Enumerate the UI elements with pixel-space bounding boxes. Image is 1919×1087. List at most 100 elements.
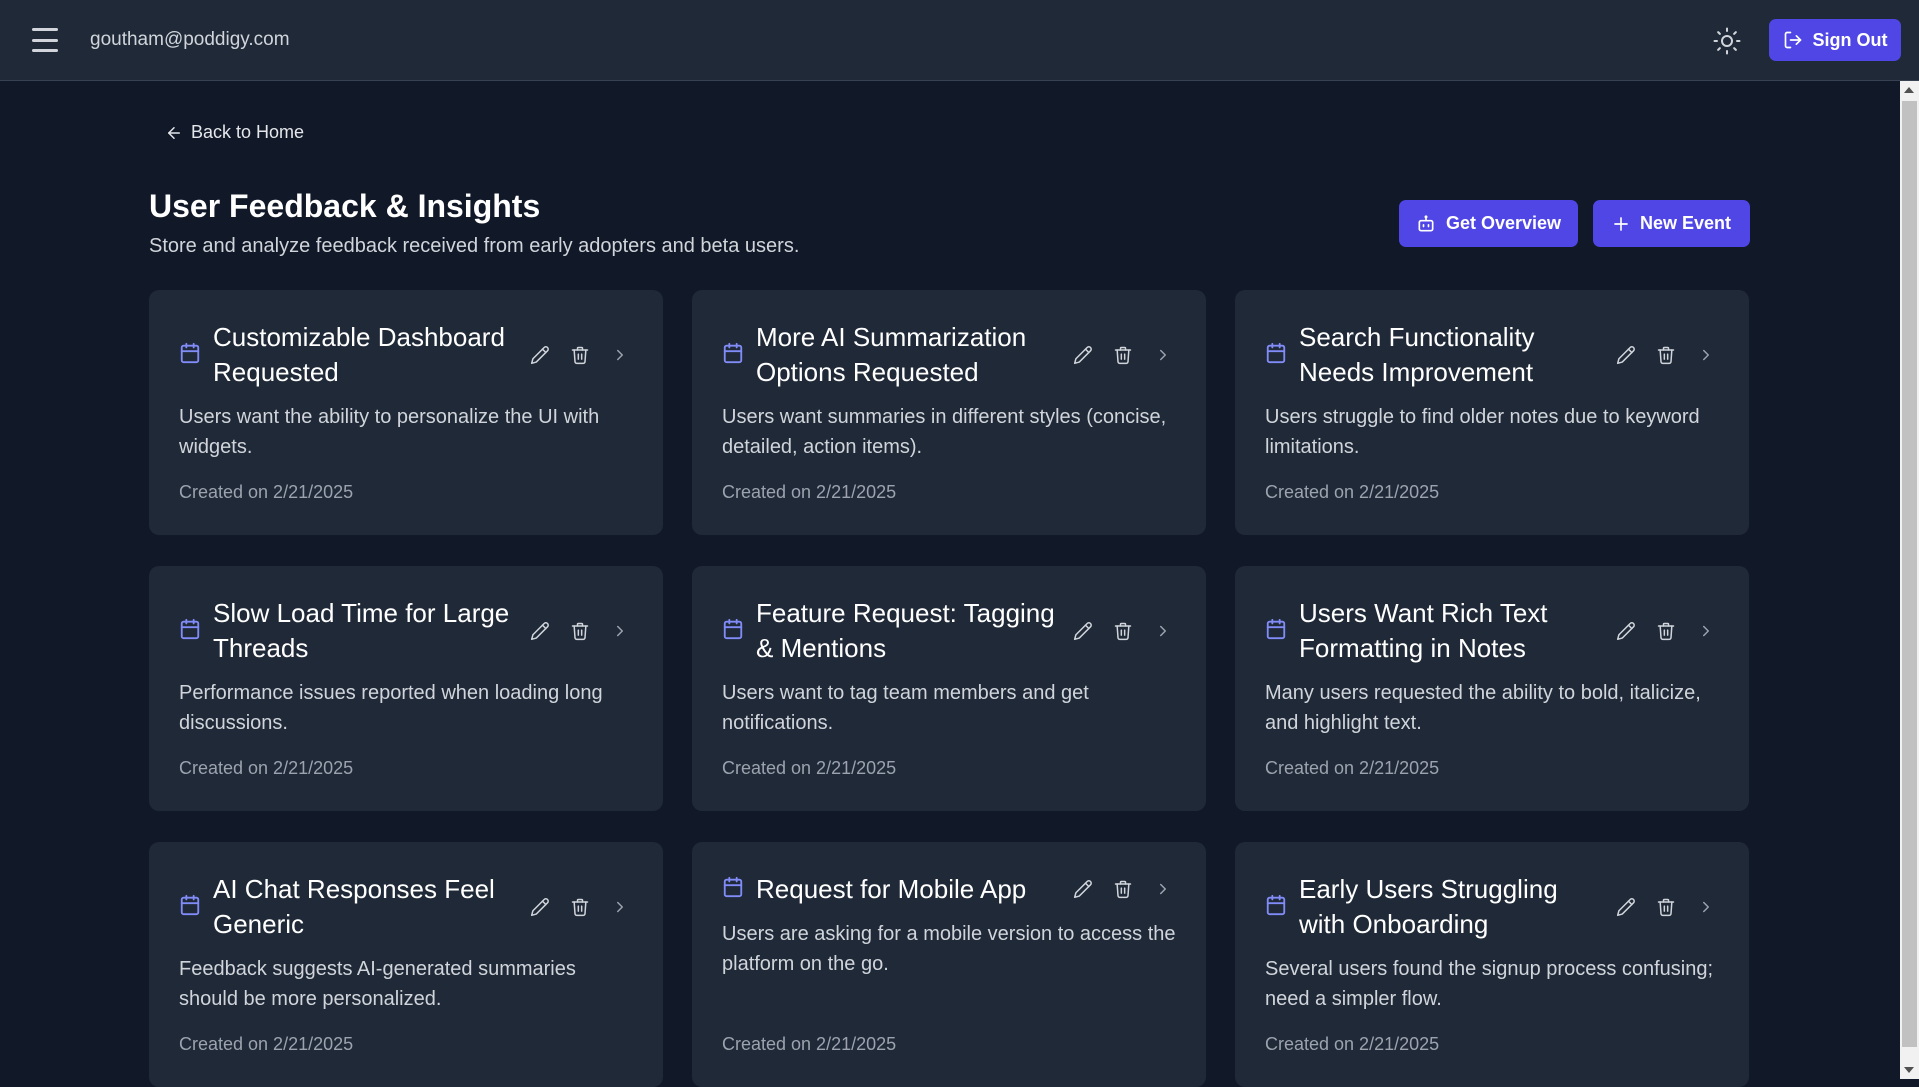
scroll-up-arrow[interactable] [1904,87,1914,93]
card-description: Users are asking for a mobile version to… [722,923,1176,975]
card-created-date: Created on 2/21/2025 [722,1034,897,1054]
calendar-icon [723,876,743,898]
sign-out-button[interactable]: Sign Out [1769,19,1901,61]
edit-pencil-icon[interactable] [527,894,553,920]
feedback-card[interactable]: Request for Mobile App Users are asking … [692,842,1206,1087]
chevron-right-icon[interactable] [1150,342,1176,368]
new-event-button[interactable]: New Event [1593,200,1750,247]
chevron-right-icon[interactable] [1150,618,1176,644]
user-email: goutham@poddigy.com [90,29,290,50]
delete-trash-icon[interactable] [1653,342,1679,368]
card-title: Request for Mobile App [756,874,1027,904]
card-header: More AI Summarization Options Requested [722,320,1176,390]
card-title: AI Chat Responses Feel Generic [213,874,495,939]
calendar-icon [723,342,743,364]
edit-pencil-icon[interactable] [1613,618,1639,644]
feedback-card[interactable]: Slow Load Time for Large Threads Perform… [149,566,663,811]
feedback-card[interactable]: Search Functionality Needs Improvement U… [1235,290,1749,535]
card-header: Customizable Dashboard Requested [179,320,633,390]
plus-icon [1614,216,1628,231]
delete-trash-icon[interactable] [1110,618,1136,644]
card-actions [1613,342,1719,368]
calendar-icon [180,342,200,364]
calendar-icon [1266,342,1286,364]
card-created-date: Created on 2/21/2025 [179,758,354,778]
delete-trash-icon[interactable] [567,618,593,644]
calendar-icon [180,894,200,916]
delete-trash-icon[interactable] [567,894,593,920]
card-actions [527,618,633,644]
delete-trash-icon[interactable] [567,342,593,368]
calendar-icon [1266,894,1286,916]
bot-icon [1418,214,1434,231]
card-description: Performance issues reported when loading… [179,682,603,734]
edit-pencil-icon[interactable] [1070,342,1096,368]
chevron-right-icon[interactable] [607,342,633,368]
edit-pencil-icon[interactable] [1613,894,1639,920]
delete-trash-icon[interactable] [1110,342,1136,368]
card-created-date: Created on 2/21/2025 [1265,482,1440,502]
card-header: AI Chat Responses Feel Generic [179,872,633,942]
card-actions [527,342,633,368]
edit-pencil-icon[interactable] [527,342,553,368]
feedback-card[interactable]: Early Users Struggling with Onboarding S… [1235,842,1749,1087]
scrollbar[interactable] [1900,81,1919,1079]
card-header: Users Want Rich Text Formatting in Notes [1265,596,1719,666]
card-title: Users Want Rich Text Formatting in Notes [1299,598,1548,663]
calendar-icon [723,618,743,640]
delete-trash-icon[interactable] [1110,876,1136,902]
calendar-icon [1266,618,1286,640]
feedback-card[interactable]: More AI Summarization Options Requested [692,290,1206,535]
delete-trash-icon[interactable] [1653,618,1679,644]
feedback-card[interactable]: Feature Request: Tagging & Mentions User… [692,566,1206,811]
card-actions [527,894,633,920]
card-header: Search Functionality Needs Improvement [1265,320,1719,390]
scrollbar-thumb[interactable] [1902,101,1917,1047]
edit-pencil-icon[interactable] [1070,618,1096,644]
new-event-label: New Event [1639,213,1732,233]
chevron-right-icon[interactable] [1150,876,1176,902]
chevron-right-icon[interactable] [1693,618,1719,644]
chevron-right-icon[interactable] [607,894,633,920]
back-to-home-link[interactable]: Back to Home [165,122,304,143]
calendar-icon [180,618,200,640]
feedback-card[interactable]: Customizable Dashboard Requested Users w… [149,290,663,535]
arrow-left-icon [168,126,180,139]
chevron-right-icon[interactable] [607,618,633,644]
card-title: Feature Request: Tagging & Mentions [756,598,1055,663]
card-actions [1070,618,1176,644]
get-overview-button[interactable]: Get Overview [1399,200,1578,247]
card-description: Several users found the signup process c… [1265,958,1714,1010]
sun-icon[interactable] [1712,26,1742,56]
card-created-date: Created on 2/21/2025 [722,758,897,778]
feedback-card-grid: Customizable Dashboard Requested Users w… [149,290,1750,1087]
card-description: Users want the ability to personalize th… [179,406,600,458]
card-created-date: Created on 2/21/2025 [1265,1034,1440,1054]
card-header: Request for Mobile App [722,872,1176,907]
edit-pencil-icon[interactable] [527,618,553,644]
page-title: User Feedback & Insights [149,188,541,224]
scroll-down-arrow[interactable] [1904,1067,1914,1073]
sign-out-label: Sign Out [1812,29,1888,50]
card-title: Search Functionality Needs Improvement [1299,322,1535,387]
feedback-card[interactable]: Users Want Rich Text Formatting in Notes [1235,566,1749,811]
card-header: Early Users Struggling with Onboarding [1265,872,1719,942]
feedback-card[interactable]: AI Chat Responses Feel Generic Feedback … [149,842,663,1087]
edit-pencil-icon[interactable] [1613,342,1639,368]
page-subtitle: Store and analyze feedback received from… [149,235,800,257]
card-actions [1613,618,1719,644]
menu-icon[interactable] [32,28,58,52]
delete-trash-icon[interactable] [1653,894,1679,920]
get-overview-label: Get Overview [1445,213,1562,233]
card-title: Early Users Struggling with Onboarding [1299,874,1558,939]
card-description: Feedback suggests AI-generated summaries… [179,958,576,1010]
chevron-right-icon[interactable] [1693,342,1719,368]
card-created-date: Created on 2/21/2025 [179,482,354,502]
card-actions [1070,876,1176,902]
chevron-right-icon[interactable] [1693,894,1719,920]
card-description: Users want summaries in different styles… [722,406,1167,458]
logout-icon [1784,31,1801,49]
card-description: Many users requested the ability to bold… [1265,682,1701,734]
edit-pencil-icon[interactable] [1070,876,1096,902]
card-title: Slow Load Time for Large Threads [213,598,510,663]
